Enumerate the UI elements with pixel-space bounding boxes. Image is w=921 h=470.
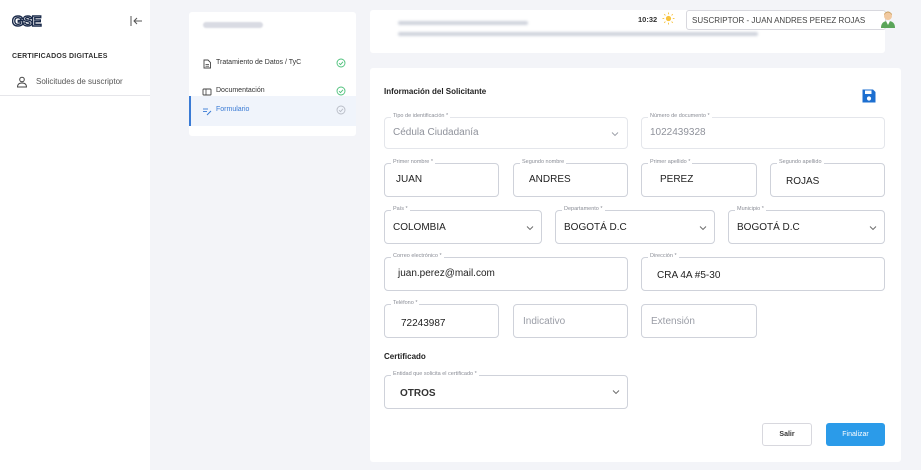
- field-label: Entidad que solicita el certificado *: [391, 371, 479, 377]
- field-label: Dirección *: [648, 253, 679, 259]
- primer-apellido-field[interactable]: Primer apellido * PEREZ: [641, 159, 757, 197]
- step-label: Documentación: [216, 87, 265, 94]
- field-label: Tipo de identificación *: [391, 113, 451, 119]
- finalizar-button[interactable]: Finalizar: [826, 423, 885, 446]
- segundo-apellido-field[interactable]: Segundo apellido ROJAS: [770, 159, 885, 197]
- step-label: Formulario: [216, 106, 250, 113]
- steps-header-blurred: [203, 22, 263, 28]
- step-formulario[interactable]: Formulario: [189, 96, 356, 126]
- collapse-sidebar-icon[interactable]: [129, 14, 143, 28]
- user-menu[interactable]: SUSCRIPTOR - JUAN ANDRES PEREZ ROJAS: [686, 10, 886, 30]
- field-label: Teléfono *: [391, 300, 420, 306]
- gse-logo: GSE: [12, 12, 43, 30]
- chevron-down-icon: [612, 390, 620, 395]
- sidebar-section-title: CERTIFICADOS DIGITALES: [12, 53, 108, 60]
- primer-nombre-field[interactable]: Primer nombre * JUAN: [384, 159, 499, 197]
- form-edit-icon: [203, 108, 212, 116]
- field-label: Número de documento *: [648, 113, 712, 119]
- telefono-field[interactable]: Teléfono * 72243987: [384, 300, 499, 338]
- chevron-down-icon: [869, 226, 877, 231]
- check-circle-icon: [336, 86, 346, 96]
- svg-text:GSE: GSE: [12, 13, 42, 30]
- clock-time: 10:32: [638, 15, 658, 24]
- indicativo-field[interactable]: Indicativo: [513, 304, 628, 338]
- field-value: CRA 4A #5-30: [657, 270, 721, 281]
- chevron-down-icon: [699, 226, 707, 231]
- field-value: BOGOTÁ D.C: [564, 222, 627, 233]
- sidebar-item-solicitudes[interactable]: Solicitudes de suscriptor: [0, 72, 150, 96]
- field-label: Correo electrónico *: [391, 253, 444, 259]
- document-icon: [203, 59, 211, 69]
- field-value: 72243987: [401, 318, 446, 329]
- extension-field[interactable]: Extensión: [641, 304, 757, 338]
- chevron-down-icon: [611, 132, 619, 137]
- blurred-text: [398, 21, 528, 25]
- field-value: ANDRES: [529, 174, 571, 185]
- pending-circle-icon: [336, 105, 346, 115]
- field-value: ROJAS: [786, 176, 820, 187]
- field-value: OTROS: [400, 388, 436, 399]
- step-label: Tratamiento de Datos / TyC: [216, 59, 302, 66]
- pais-select[interactable]: País * COLOMBIA: [384, 206, 542, 244]
- field-label: Departamento *: [562, 206, 605, 212]
- step-tratamiento-datos[interactable]: Tratamiento de Datos / TyC: [189, 50, 356, 78]
- field-label: Municipio *: [735, 206, 766, 212]
- tipo-identificacion-select[interactable]: Tipo de identificación * Cédula Ciudadan…: [384, 113, 628, 149]
- numero-documento-field[interactable]: Número de documento * 1022439328: [641, 113, 885, 149]
- field-value: Cédula Ciudadanía: [393, 127, 479, 138]
- segundo-nombre-field[interactable]: Segundo nombre ANDRES: [513, 159, 628, 197]
- field-value: COLOMBIA: [393, 222, 446, 233]
- direccion-field[interactable]: Dirección * CRA 4A #5-30: [641, 253, 885, 291]
- field-label: Primer apellido *: [648, 159, 693, 165]
- user-icon: [16, 76, 28, 88]
- field-label: País *: [391, 206, 410, 212]
- field-value: PEREZ: [660, 174, 694, 185]
- municipio-select[interactable]: Municipio * BOGOTÁ D.C: [728, 206, 885, 244]
- chevron-down-icon: [526, 226, 534, 231]
- steps-card: Tratamiento de Datos / TyC Documentación…: [189, 12, 356, 136]
- sidebar-item-label: Solicitudes de suscriptor: [36, 77, 123, 86]
- check-circle-icon: [336, 58, 346, 68]
- avatar[interactable]: [880, 10, 896, 28]
- blurred-text: [398, 32, 758, 36]
- sidebar: GSE CERTIFICADOS DIGITALES Solicitudes d…: [0, 0, 150, 470]
- sun-icon: [662, 12, 675, 25]
- field-placeholder: Indicativo: [523, 316, 566, 327]
- field-label: Segundo apellido: [777, 159, 824, 165]
- salir-button[interactable]: Salir: [762, 423, 812, 446]
- field-value: BOGOTÁ D.C: [737, 222, 800, 233]
- entidad-select[interactable]: Entidad que solicita el certificado * OT…: [384, 371, 628, 409]
- form-title: Información del Solicitante: [384, 87, 487, 96]
- field-value: 1022439328: [650, 127, 706, 138]
- field-placeholder: Extensión: [651, 316, 695, 327]
- user-name: SUSCRIPTOR - JUAN ANDRES PEREZ ROJAS: [692, 16, 866, 25]
- departamento-select[interactable]: Departamento * BOGOTÁ D.C: [555, 206, 715, 244]
- field-label: Segundo nombre: [520, 159, 567, 165]
- save-icon[interactable]: [861, 88, 877, 104]
- field-value: juan.perez@mail.com: [398, 268, 495, 279]
- correo-electronico-field[interactable]: Correo electrónico * juan.perez@mail.com: [384, 253, 628, 291]
- certificado-section-title: Certificado: [384, 352, 426, 361]
- field-label: Primer nombre *: [391, 159, 436, 165]
- field-value: JUAN: [396, 174, 423, 185]
